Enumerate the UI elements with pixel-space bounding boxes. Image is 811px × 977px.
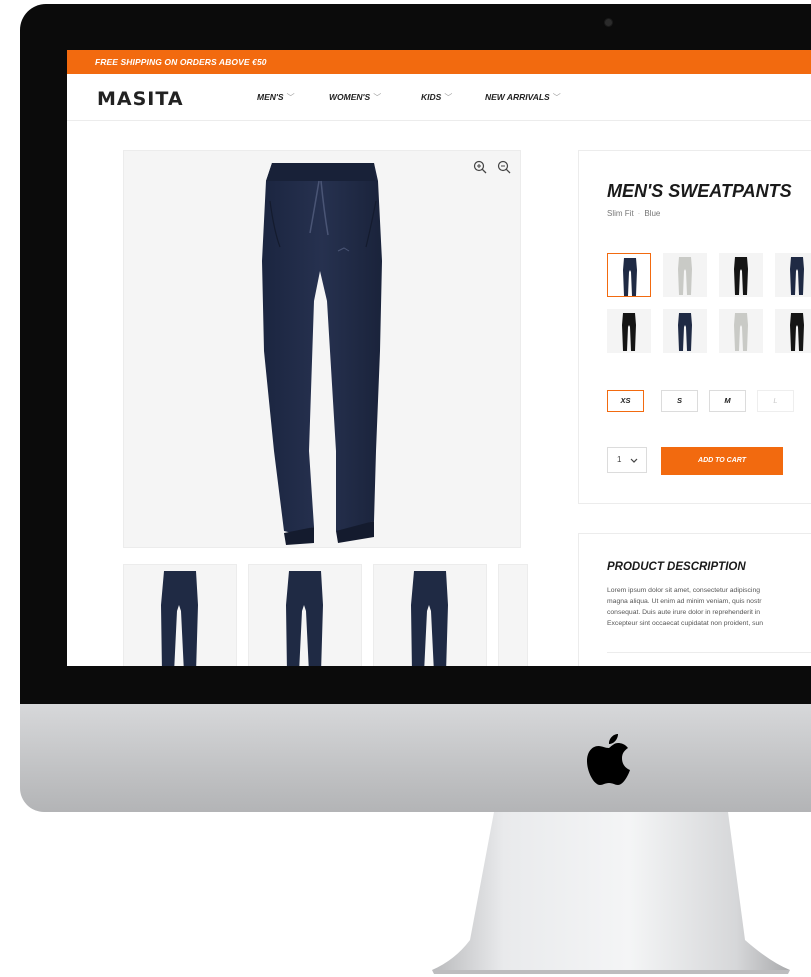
color-swatch[interactable]	[607, 253, 651, 297]
nav-item-mens[interactable]: MEN'S ﹀	[257, 92, 295, 103]
product-main-image[interactable]	[123, 150, 521, 548]
color-swatch[interactable]	[663, 253, 707, 297]
chevron-down-icon: ﹀	[286, 93, 295, 102]
chevron-down-icon: ﹀	[373, 93, 382, 102]
nav-item-label: WOMEN'S	[329, 92, 371, 102]
thumbnail[interactable]	[123, 564, 237, 666]
size-option-m[interactable]: M	[709, 390, 746, 412]
monitor-stand	[432, 812, 790, 974]
color-swatch[interactable]	[719, 309, 763, 353]
size-option-xs[interactable]: XS	[607, 390, 644, 412]
nav-item-label: KIDS	[421, 92, 442, 102]
color-swatch[interactable]	[775, 253, 811, 297]
pants-swatch-image	[790, 257, 804, 295]
product-subtitle: Slim Fit · Blue	[607, 209, 660, 218]
main-nav: MASITA MEN'S ﹀ WOMEN'S ﹀ KIDS ﹀ NEW ARRIVAL…	[67, 74, 811, 121]
pants-swatch-image	[678, 313, 692, 351]
thumbnail[interactable]	[373, 564, 487, 666]
description-text-line: consequat. Duis aute irure dolor in repr…	[607, 609, 761, 616]
quantity-value: 1	[617, 455, 622, 464]
divider	[607, 652, 811, 653]
browser-screen: FREE SHIPPING ON ORDERS ABOVE €50 MASITA…	[67, 50, 811, 666]
pants-swatch-image	[790, 313, 804, 351]
pants-swatch-image	[622, 313, 636, 351]
product-info-panel: MEN'S SWEATPANTS Slim Fit · Blue XS S M L …	[578, 150, 811, 504]
size-option-s[interactable]: S	[661, 390, 698, 412]
camera-icon	[605, 19, 612, 26]
add-to-cart-button[interactable]: ADD TO CART	[661, 447, 783, 475]
color-swatch[interactable]	[719, 253, 763, 297]
description-title: PRODUCT DESCRIPTION	[607, 561, 746, 573]
pants-swatch-image	[678, 257, 692, 295]
pants-thumbnail-image	[411, 571, 448, 666]
quantity-select[interactable]: 1	[607, 447, 647, 473]
size-option-l: L	[757, 390, 794, 412]
product-color: Blue	[644, 209, 661, 218]
product-description-panel: PRODUCT DESCRIPTION Lorem ipsum dolor si…	[578, 533, 811, 666]
nav-item-kids[interactable]: KIDS ﹀	[421, 92, 452, 103]
brand-logo[interactable]: MASITA	[97, 88, 184, 110]
pants-swatch-image	[623, 258, 637, 296]
separator-dot: ·	[637, 209, 641, 218]
chevron-down-icon: ﹀	[552, 93, 561, 102]
pants-swatch-image	[734, 313, 748, 351]
color-swatch[interactable]	[607, 309, 651, 353]
thumbnail[interactable]	[248, 564, 362, 666]
color-swatch[interactable]	[775, 309, 811, 353]
description-text-line: Excepteur sint occaecat cupidatat non pr…	[607, 620, 764, 627]
description-text-line: Lorem ipsum dolor sit amet, consectetur …	[607, 587, 760, 594]
nav-item-womens[interactable]: WOMEN'S ﹀	[329, 92, 381, 103]
color-swatch[interactable]	[663, 309, 707, 353]
monitor-chin	[20, 704, 811, 812]
thumbnail[interactable]	[498, 564, 528, 666]
nav-item-label: NEW ARRIVALS	[485, 92, 550, 102]
nav-item-new-arrivals[interactable]: NEW ARRIVALS ﹀	[485, 92, 561, 103]
description-text-line: magna aliqua. Ut enim ad minim veniam, q…	[607, 598, 762, 605]
pants-thumbnail-image	[161, 571, 198, 666]
product-fit: Slim Fit	[607, 209, 634, 218]
chevron-down-icon: ﹀	[444, 93, 453, 102]
nav-item-label: MEN'S	[257, 92, 284, 102]
pants-thumbnail-image	[286, 571, 323, 666]
zoom-in-icon[interactable]	[473, 160, 487, 174]
pants-swatch-image	[734, 257, 748, 295]
chevron-down-icon	[630, 458, 638, 463]
apple-logo-icon	[587, 734, 630, 785]
promo-banner: FREE SHIPPING ON ORDERS ABOVE €50	[67, 50, 811, 74]
zoom-out-icon[interactable]	[497, 160, 511, 174]
product-title: MEN'S SWEATPANTS	[607, 181, 792, 201]
pants-image	[262, 163, 382, 545]
